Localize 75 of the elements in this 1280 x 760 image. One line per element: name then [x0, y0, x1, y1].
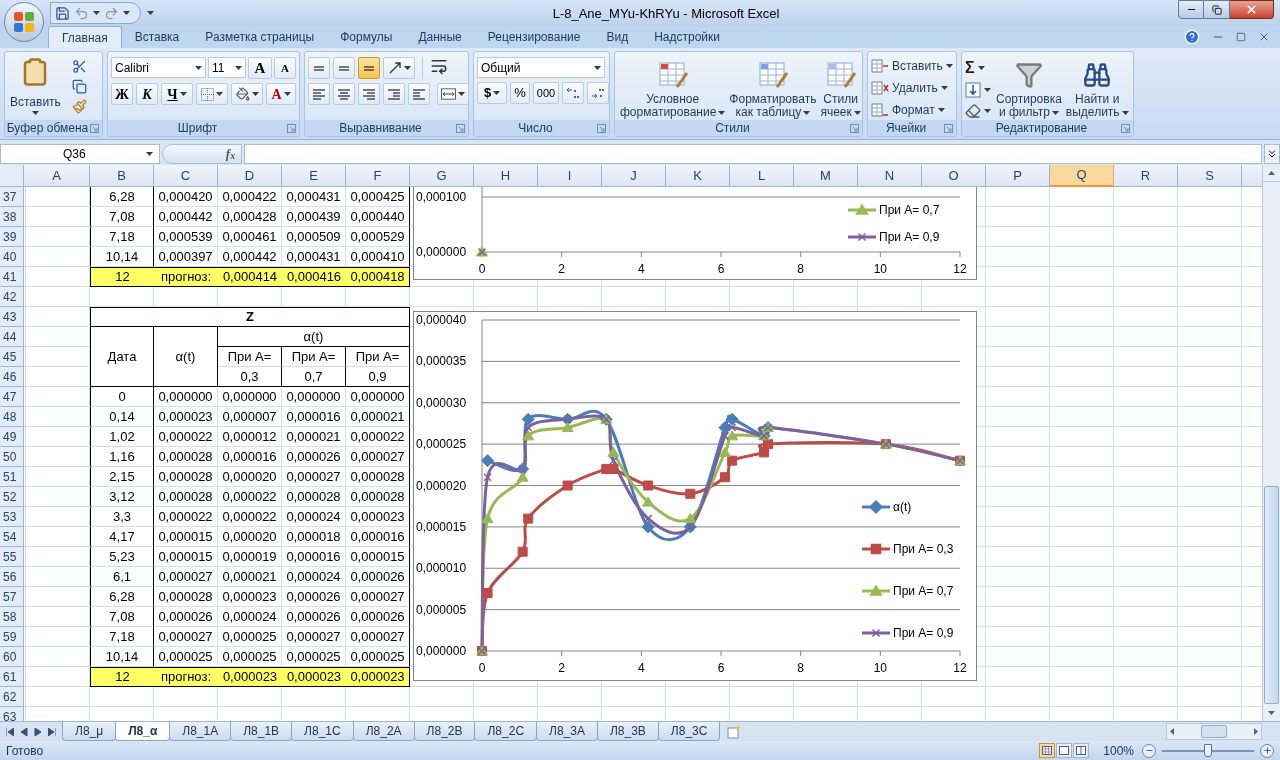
legend-label: При А= 0,9	[879, 230, 940, 244]
legend-label: При А= 0,7	[893, 584, 954, 598]
table-cell: 0,000023	[218, 667, 282, 687]
table-cell: прогноз:	[154, 267, 218, 287]
status-text: Готово	[6, 742, 44, 760]
legend-label: α(t)	[893, 500, 912, 514]
table-cell: Z	[90, 307, 410, 327]
axis-label: 0,000040	[416, 313, 467, 327]
axis-label: 8	[797, 262, 804, 276]
table-cell: 5,23	[90, 547, 154, 567]
table-cell: 2,15	[90, 467, 154, 487]
axis-label: 4	[638, 262, 645, 276]
table-cell: α(t)	[154, 347, 218, 367]
axis-label: 0,000035	[416, 354, 467, 369]
group-label: Шрифт	[177, 122, 218, 134]
axis-label: 0,000005	[416, 602, 467, 617]
table-cell: 6,28	[90, 587, 154, 607]
table-cell: 12	[90, 667, 154, 687]
table-cell: 1,16	[90, 447, 154, 467]
table-cell: 12	[90, 267, 154, 287]
axis-label: 12	[953, 661, 967, 675]
group-label: Ячейки	[885, 122, 927, 134]
table-cell: Дата	[90, 347, 154, 367]
axis-label: 2	[558, 262, 565, 276]
axis-label: 0	[478, 661, 486, 675]
table-cell: 0	[90, 387, 154, 407]
table-cell: 7,18	[90, 227, 154, 247]
axis-label: 10	[873, 262, 887, 276]
table-cell: 7,08	[90, 607, 154, 627]
table-cell: 0,7	[282, 367, 346, 387]
legend-label: При А= 0,7	[879, 203, 940, 217]
axis-label: 0,000100	[416, 190, 467, 204]
axis-label: 0,000000	[416, 644, 467, 658]
table-cell: 0,000023	[346, 667, 410, 687]
axis-label: 0,000000	[416, 245, 467, 259]
table-cell: 0,000414	[218, 267, 282, 287]
group-label: Выравнивание	[339, 122, 422, 134]
legend-label: При А= 0,3	[893, 542, 954, 556]
axis-label: 2	[558, 661, 565, 675]
axis-label: 0,000015	[416, 519, 467, 534]
table-cell: 1,02	[90, 427, 154, 447]
group-label: Стили	[715, 122, 750, 134]
table-cell: 0,9	[346, 367, 410, 387]
legend-label: При А= 0,9	[893, 626, 954, 640]
table-cell: 7,18	[90, 627, 154, 647]
table-cell: 6,1	[90, 567, 154, 587]
axis-label: 10	[873, 661, 887, 675]
table-cell: 4,17	[90, 527, 154, 547]
table-cell: 0,14	[90, 407, 154, 427]
axis-label: 0	[478, 262, 486, 276]
table-cell: 7,08	[90, 207, 154, 227]
table-cell: 0,000418	[346, 267, 410, 287]
table-cell: прогноз:	[154, 667, 218, 687]
axis-label: 0,000025	[416, 437, 467, 452]
axis-label: 12	[953, 262, 967, 276]
table-cell: 10,14	[90, 247, 154, 267]
table-cell: α(t)	[218, 327, 410, 347]
axis-label: 8	[797, 661, 804, 675]
table-cell: 3,12	[90, 487, 154, 507]
table-cell: 0,000023	[282, 667, 346, 687]
axis-label: 0,000020	[416, 478, 467, 493]
axis-label: 4	[638, 661, 645, 675]
axis-label: 0,000010	[416, 561, 467, 576]
group-label: Буфер обмена	[6, 122, 89, 134]
group-label: Число	[518, 122, 553, 134]
group-label: Редактирование	[995, 122, 1088, 134]
table-cell: 6,28	[90, 187, 154, 207]
axis-label: 0,000030	[416, 395, 467, 410]
axis-label: 6	[717, 661, 725, 675]
table-cell: 10,14	[90, 647, 154, 667]
axis-label: 6	[717, 262, 725, 276]
window-title: L-8_Ane_MYu-KhRYu - Microsoft Excel	[552, 6, 780, 21]
table-cell: 3,3	[90, 507, 154, 527]
table-cell: 0,3	[218, 367, 282, 387]
table-cell: 0,000416	[282, 267, 346, 287]
